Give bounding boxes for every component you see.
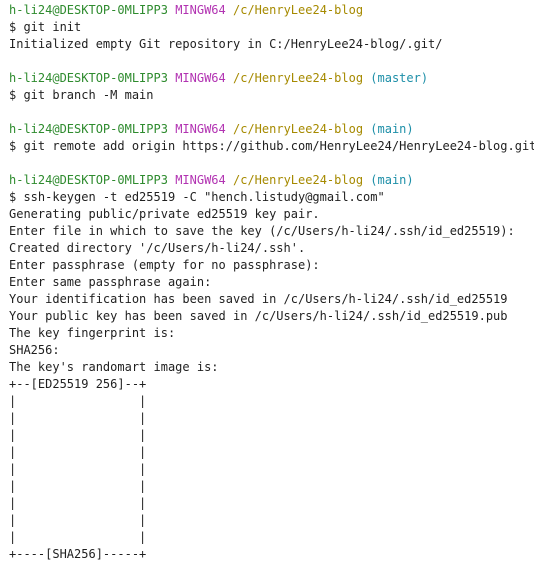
prompt-user-host: h-li24@DESKTOP-0MLIPP3	[9, 173, 168, 187]
randomart-line: | |	[9, 428, 147, 442]
prompt-user-host: h-li24@DESKTOP-0MLIPP3	[9, 3, 168, 17]
randomart-line: | |	[9, 394, 147, 408]
prompt-branch: (master)	[370, 71, 429, 85]
prompt-path: /c/HenryLee24-blog	[233, 3, 364, 17]
prompt-line: h-li24@DESKTOP-0MLIPP3 MINGW64 /c/HenryL…	[9, 2, 534, 19]
output-line: Created directory '/c/Users/h-li24/.ssh'…	[9, 241, 306, 255]
command-block: h-li24@DESKTOP-0MLIPP3 MINGW64 /c/HenryL…	[9, 121, 534, 155]
prompt-env: MINGW64	[175, 71, 226, 85]
output-line: Initialized empty Git repository in C:/H…	[9, 37, 443, 51]
randomart-line: | |	[9, 479, 147, 493]
prompt-path: /c/HenryLee24-blog	[233, 122, 364, 136]
randomart-line: | |	[9, 462, 147, 476]
command-block: h-li24@DESKTOP-0MLIPP3 MINGW64 /c/HenryL…	[9, 2, 534, 53]
output-line: SHA256:	[9, 343, 60, 357]
prompt-branch: (main)	[370, 122, 414, 136]
command-line: $ ssh-keygen -t ed25519 -C "hench.listud…	[9, 190, 385, 204]
prompt-env: MINGW64	[175, 173, 226, 187]
randomart-line: | |	[9, 496, 147, 510]
prompt-env: MINGW64	[175, 122, 226, 136]
randomart-line: | |	[9, 411, 147, 425]
output-line: The key fingerprint is:	[9, 326, 176, 340]
randomart-line: +--[ED25519 256]--+	[9, 377, 147, 391]
output-line: Enter passphrase (empty for no passphras…	[9, 258, 320, 272]
prompt-branch: (main)	[370, 173, 414, 187]
randomart-line: +----[SHA256]-----+	[9, 547, 147, 561]
prompt-line: h-li24@DESKTOP-0MLIPP3 MINGW64 /c/HenryL…	[9, 70, 534, 87]
output-line: Enter same passphrase again:	[9, 275, 212, 289]
prompt-path: /c/HenryLee24-blog	[233, 71, 364, 85]
terminal-window[interactable]: h-li24@DESKTOP-0MLIPP3 MINGW64 /c/HenryL…	[0, 0, 534, 575]
command-block: h-li24@DESKTOP-0MLIPP3 MINGW64 /c/HenryL…	[9, 70, 534, 104]
output-line: Generating public/private ed25519 key pa…	[9, 207, 320, 221]
prompt-line: h-li24@DESKTOP-0MLIPP3 MINGW64 /c/HenryL…	[9, 172, 534, 189]
randomart-line: | |	[9, 513, 147, 527]
command-line: $ git remote add origin https://github.c…	[9, 139, 534, 153]
output-line: Your public key has been saved in /c/Use…	[9, 309, 508, 323]
prompt-path: /c/HenryLee24-blog	[233, 173, 364, 187]
command-line: $ git init	[9, 20, 82, 34]
output-line: The key's randomart image is:	[9, 360, 219, 374]
prompt-user-host: h-li24@DESKTOP-0MLIPP3	[9, 71, 168, 85]
randomart-line: | |	[9, 530, 147, 544]
prompt-line: h-li24@DESKTOP-0MLIPP3 MINGW64 /c/HenryL…	[9, 121, 534, 138]
output-line: Enter file in which to save the key (/c/…	[9, 224, 515, 238]
prompt-user-host: h-li24@DESKTOP-0MLIPP3	[9, 122, 168, 136]
prompt-env: MINGW64	[175, 3, 226, 17]
output-line: Your identification has been saved in /c…	[9, 292, 508, 306]
command-block: h-li24@DESKTOP-0MLIPP3 MINGW64 /c/HenryL…	[9, 172, 534, 563]
randomart-line: | |	[9, 445, 147, 459]
command-line: $ git branch -M main	[9, 88, 154, 102]
